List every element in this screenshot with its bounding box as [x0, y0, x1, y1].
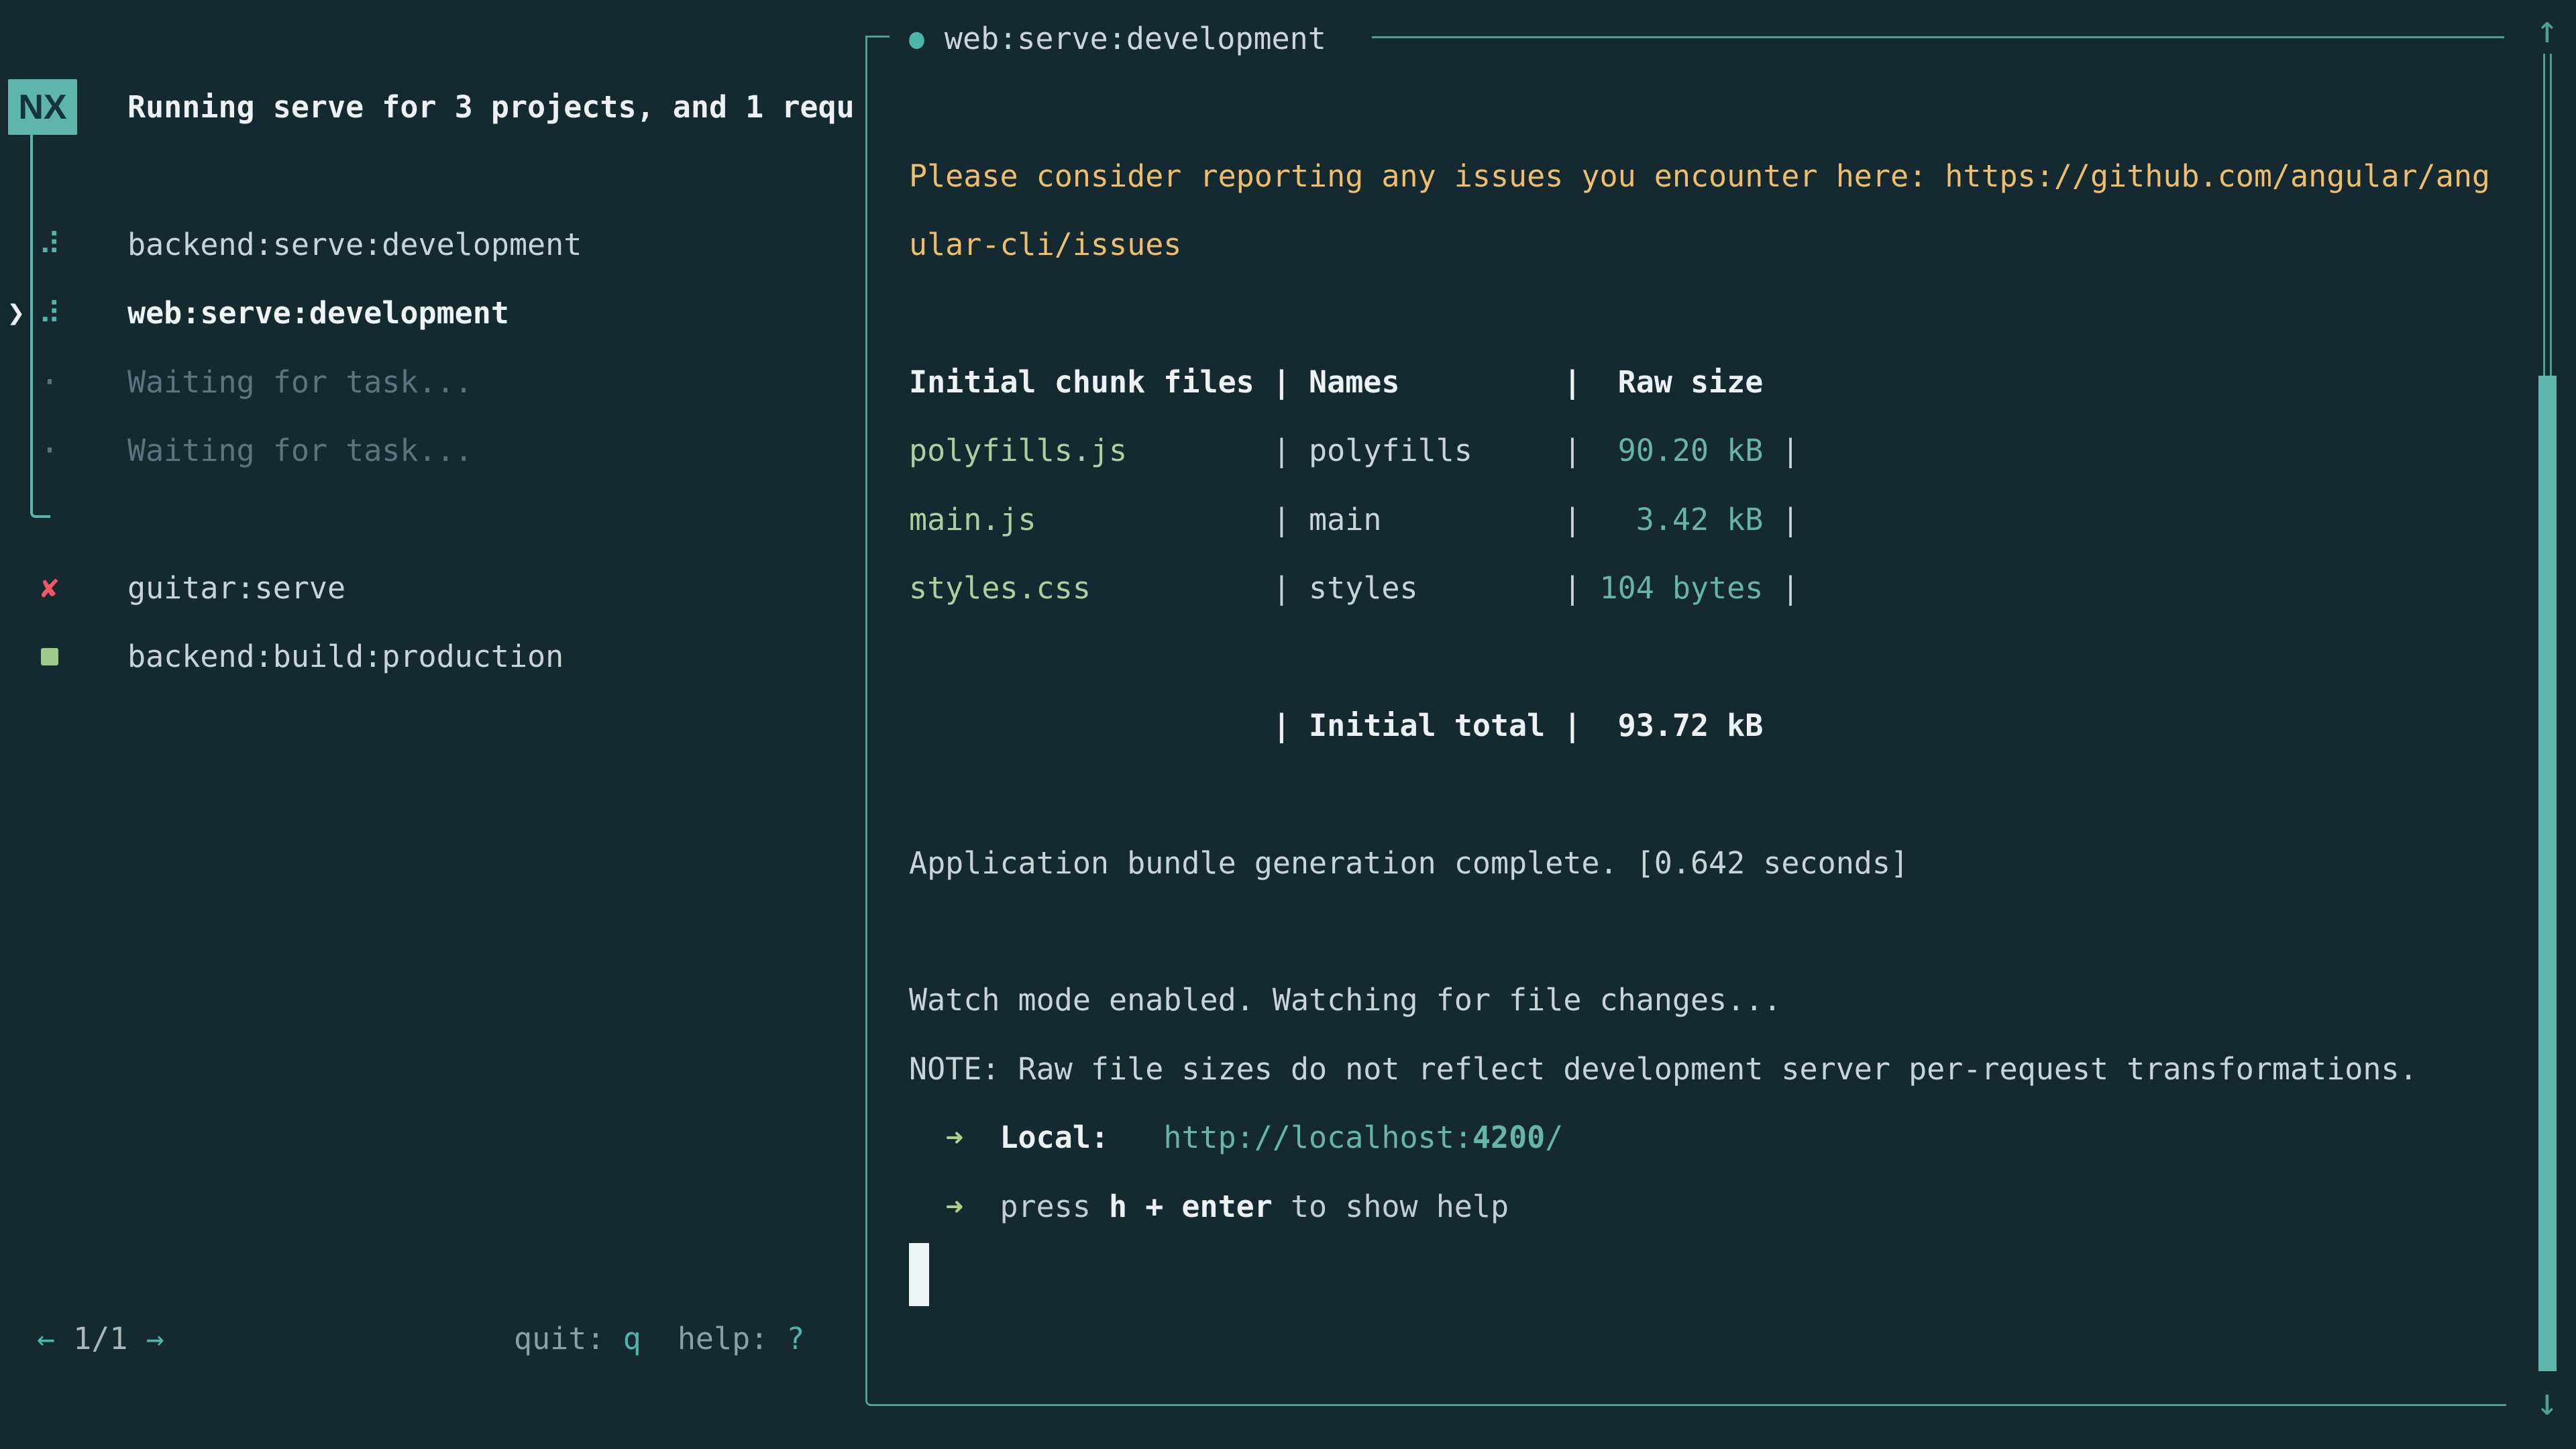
help-hint-label: help:	[641, 1321, 787, 1356]
scroll-down-icon[interactable]: ↓	[2526, 1374, 2568, 1430]
output-line: Initial chunk files | Names | Raw size	[909, 347, 2512, 416]
running-status-dot-icon: ●	[909, 21, 924, 54]
output-segment: ➜	[945, 1120, 963, 1155]
output-line: styles.css | styles | 104 bytes |	[909, 553, 2512, 622]
terminal-output: Please consider reporting any issues you…	[909, 142, 2512, 1309]
output-panel-title-row: ● web:serve:development	[909, 4, 1326, 72]
output-line: Please consider reporting any issues you…	[909, 142, 2512, 210]
output-line: ➜ press h + enter to show help	[909, 1172, 2512, 1240]
waiting-dot-icon: ·	[30, 347, 70, 416]
task-label: Waiting for task...	[127, 416, 473, 484]
output-segment	[963, 1189, 1000, 1224]
output-segment: Please consider reporting any issues you…	[909, 158, 2490, 194]
task-label: guitar:serve	[127, 553, 345, 622]
sidebar-bottom-bar: ← 1/1 → quit: q help: ?	[0, 1304, 863, 1373]
output-segment: polyfills.js	[909, 433, 1127, 468]
help-key: ?	[786, 1321, 804, 1356]
scrollbar-track[interactable]	[2543, 54, 2552, 377]
terminal-cursor	[909, 1243, 929, 1306]
output-line	[909, 279, 2512, 347]
output-segment: 104 bytes	[1600, 570, 1764, 606]
output-segment: Initial chunk files | Names | Raw size	[909, 364, 1763, 400]
output-line	[909, 760, 2512, 828]
output-segment: http://localhost:	[1163, 1120, 1472, 1155]
output-panel-border-stub	[865, 36, 890, 38]
output-segment: ➜	[945, 1189, 963, 1224]
output-segment: /	[1545, 1120, 1563, 1155]
output-segment: styles.css	[909, 570, 1091, 606]
task-row-guitar-serve[interactable]: ✘ guitar:serve	[0, 553, 863, 622]
output-segment: |	[1763, 502, 1799, 537]
spinner-icon: ⠼	[30, 279, 70, 347]
task-row-Waiting-for-task-[interactable]: · Waiting for task...	[0, 347, 863, 416]
output-segment: to show help	[1273, 1189, 1509, 1224]
task-row-backend-serve-development[interactable]: ⠼ backend:serve:development	[0, 210, 863, 278]
task-label: backend:build:production	[127, 623, 564, 691]
task-label: web:serve:development	[127, 279, 509, 347]
output-segment	[963, 1120, 1000, 1155]
output-segment: Watch mode enabled. Watching for file ch…	[909, 982, 1781, 1018]
output-segment: 90.20 kB	[1618, 433, 1764, 468]
output-line: NOTE: Raw file sizes do not reflect deve…	[909, 1034, 2512, 1103]
pager: ← 1/1 →	[37, 1304, 164, 1373]
output-line: polyfills.js | polyfills | 90.20 kB |	[909, 417, 2512, 485]
scroll-up-icon[interactable]: ↑	[2526, 1, 2568, 58]
output-segment: NOTE: Raw file sizes do not reflect deve…	[909, 1051, 2418, 1087]
output-segment: h + enter	[1109, 1189, 1273, 1224]
output-line: main.js | main | 3.42 kB |	[909, 485, 2512, 553]
next-page-arrow-icon[interactable]: →	[146, 1321, 164, 1356]
output-segment: ular-cli/issues	[909, 227, 1181, 262]
task-label: Waiting for task...	[127, 347, 473, 416]
spinner-icon: ⠼	[30, 210, 70, 278]
page-indicator: 1/1	[55, 1321, 146, 1356]
output-segment: |	[1763, 570, 1799, 606]
output-segment: | styles |	[1091, 570, 1600, 606]
output-segment: 4200	[1472, 1120, 1545, 1155]
output-line: | Initial total | 93.72 kB	[909, 691, 2512, 759]
output-segment: | main |	[1036, 502, 1636, 537]
waiting-dot-icon: ·	[30, 416, 70, 484]
output-segment: |	[1763, 433, 1799, 468]
output-segment: Local:	[1000, 1120, 1109, 1155]
nx-tui-screen: NX Running serve for 3 projects, and 1 r…	[0, 0, 2576, 1449]
output-line	[909, 1240, 2512, 1309]
output-segment: | polyfills |	[1127, 433, 1618, 468]
output-line: ➜ Local: http://localhost:4200/	[909, 1103, 2512, 1171]
output-segment	[909, 1120, 945, 1155]
output-line	[909, 623, 2512, 691]
quit-hint-label: quit:	[514, 1321, 623, 1356]
task-list: ⠼ backend:serve:development ❯⠼ web:serve:de…	[0, 0, 863, 1449]
output-panel-title-line	[1372, 36, 2504, 38]
output-line: ular-cli/issues	[909, 210, 2512, 278]
output-segment: press	[1000, 1189, 1109, 1224]
success-square-icon	[30, 623, 70, 691]
output-line: Watch mode enabled. Watching for file ch…	[909, 966, 2512, 1034]
task-row-Waiting-for-task-[interactable]: · Waiting for task...	[0, 416, 863, 484]
output-segment	[1109, 1120, 1163, 1155]
output-segment: main.js	[909, 502, 1036, 537]
output-segment: 3.42 kB	[1636, 502, 1764, 537]
selected-arrow-icon: ❯	[1, 279, 31, 347]
output-line: Application bundle generation complete. …	[909, 828, 2512, 897]
output-line	[909, 897, 2512, 965]
output-panel-title: web:serve:development	[945, 21, 1326, 56]
keyboard-hints: quit: q help: ?	[514, 1304, 805, 1373]
failed-cross-icon: ✘	[30, 553, 70, 622]
output-segment: | Initial total | 93.72 kB	[909, 708, 1763, 743]
scrollbar-thumb[interactable]	[2538, 376, 2557, 1371]
task-row-web-serve-development[interactable]: ❯⠼ web:serve:development	[0, 279, 863, 347]
task-row-backend-build-production[interactable]: backend:build:production	[0, 623, 863, 691]
task-label: backend:serve:development	[127, 210, 582, 278]
quit-key: q	[623, 1321, 641, 1356]
prev-page-arrow-icon[interactable]: ←	[37, 1321, 55, 1356]
output-segment: Application bundle generation complete. …	[909, 845, 1909, 881]
output-segment	[909, 1189, 945, 1224]
